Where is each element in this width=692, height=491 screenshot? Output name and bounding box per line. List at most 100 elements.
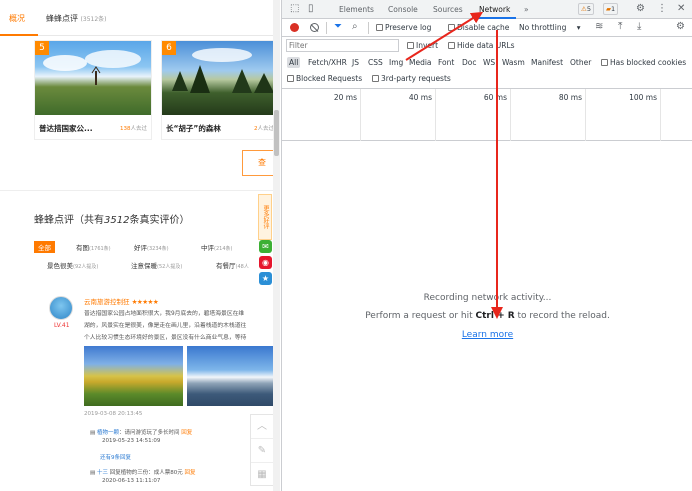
filter-all[interactable]: 全部 xyxy=(34,241,55,253)
search-icon[interactable]: ⌕ xyxy=(352,21,358,32)
type-filter-all[interactable]: All xyxy=(287,57,301,68)
tab-network[interactable]: Network xyxy=(479,5,510,14)
type-filter-manifest[interactable]: Manifest xyxy=(531,58,563,67)
devtools-tabbar: ⬚ ▯ Elements Console Sources Network » ⚠… xyxy=(282,0,692,19)
wechat-share-icon[interactable]: ✉ xyxy=(259,240,272,253)
user-avatar[interactable] xyxy=(49,296,73,320)
reviews-heading-prefix: 蜂蜂点评（共有 xyxy=(34,215,104,226)
filter-input[interactable]: Filter xyxy=(286,39,399,52)
record-icon[interactable] xyxy=(290,23,299,32)
type-filter-doc[interactable]: Doc xyxy=(462,58,477,67)
review-photo-mountain[interactable] xyxy=(187,346,273,406)
learn-more-link[interactable]: Learn more xyxy=(282,330,692,340)
card-visited-count: 138人去过 xyxy=(120,124,147,132)
recording-message: Recording network activity... xyxy=(423,293,552,303)
kebab-menu-icon[interactable]: ⋮ xyxy=(657,3,667,15)
invert-label: Invert xyxy=(416,41,439,50)
type-filter-js[interactable]: JS xyxy=(352,58,359,67)
clear-icon-slash xyxy=(310,24,319,32)
type-filter-media[interactable]: Media xyxy=(409,58,432,67)
checkbox-box xyxy=(407,42,414,49)
third-party-checkbox[interactable]: 3rd-party requests xyxy=(372,74,451,83)
reviews-heading-suffix: 条真实评价） xyxy=(129,215,190,226)
review-photo-meadow[interactable] xyxy=(84,346,183,406)
attraction-card[interactable]: 6 长“胡子”的森林 2人去过 xyxy=(161,40,279,140)
filter-scenery[interactable]: 景色很美(92人提及) xyxy=(47,260,98,270)
network-toolbar: ⏷ ⌕ Preserve log Disable cache No thrott… xyxy=(282,19,692,37)
hide-data-urls-checkbox[interactable]: Hide data URLs xyxy=(448,41,515,50)
tab-elements[interactable]: Elements xyxy=(339,5,374,14)
type-filter-font[interactable]: Font xyxy=(438,58,454,67)
review-username[interactable]: 云南旅游控制狂 ★★★★★ xyxy=(84,296,159,306)
weibo-share-icon[interactable]: ◉ xyxy=(259,256,272,269)
tab-sources[interactable]: Sources xyxy=(433,5,463,14)
checkbox-box xyxy=(376,24,383,31)
filter-count: (214条) xyxy=(214,246,233,252)
type-filter-other[interactable]: Other xyxy=(570,58,591,67)
page-scrollbar-track[interactable] xyxy=(273,0,280,491)
type-filter-wasm[interactable]: Wasm xyxy=(502,58,525,67)
device-toolbar-icon[interactable]: ▯ xyxy=(308,3,314,15)
filter-neutral[interactable]: 中评(214条) xyxy=(201,242,232,252)
warnings-badge[interactable]: ⚠5 xyxy=(578,3,594,15)
timeline-tick-label: 40 ms xyxy=(408,93,432,102)
more-replies-link[interactable]: 还有9条回复 xyxy=(90,453,131,461)
preserve-log-checkbox[interactable]: Preserve log xyxy=(376,23,431,32)
network-settings-icon[interactable]: ⚙ xyxy=(676,21,685,32)
timeline-gridline xyxy=(660,89,661,141)
clear-icon[interactable] xyxy=(310,23,319,32)
type-filter-fetch-xhr[interactable]: Fetch/XHR xyxy=(308,58,347,67)
filter-restaurant[interactable]: 有餐厅(48人 xyxy=(216,260,249,270)
settings-gear-icon[interactable]: ⚙ xyxy=(636,3,645,15)
tab-console[interactable]: Console xyxy=(388,5,418,14)
page-scrollbar-thumb[interactable] xyxy=(274,110,279,156)
toolbar-separator xyxy=(326,22,327,34)
side-float-panel[interactable]: 更多好评 xyxy=(258,194,272,240)
filter-count: (52人提及) xyxy=(157,264,183,270)
chevron-down-icon: ▾ xyxy=(576,23,581,32)
reply-user[interactable]: 植物一颗 xyxy=(97,430,119,436)
qzone-share-icon[interactable]: ★ xyxy=(259,272,272,285)
edit-icon[interactable]: ✎ xyxy=(251,439,273,463)
filter-positive[interactable]: 好评(3234条) xyxy=(134,242,169,252)
export-har-icon[interactable]: ⤓ xyxy=(637,21,641,32)
inspect-element-icon[interactable]: ⬚ xyxy=(290,3,299,15)
filter-keep-warm[interactable]: 注意保暖(52人提及) xyxy=(131,260,182,270)
tab-reviews[interactable]: 蜂蜂点评 (3512条) xyxy=(46,13,107,24)
network-timeline-overview[interactable]: 20 ms 40 ms 60 ms 80 ms 100 ms xyxy=(282,89,692,141)
qr-code-icon[interactable]: ▦ xyxy=(251,463,273,487)
more-tabs-button[interactable]: » xyxy=(524,5,529,14)
timeline-tick-label: 80 ms xyxy=(558,93,582,102)
reply-text: 回复植物的三份：成人票80元 xyxy=(109,470,183,476)
type-filter-ws[interactable]: WS xyxy=(483,58,495,67)
filter-label: 有餐厅 xyxy=(216,262,236,270)
throttling-select[interactable]: No throttling ▾ xyxy=(519,23,581,32)
reply-button[interactable]: 回复 xyxy=(181,430,192,436)
card-rank-badge: 5 xyxy=(35,41,49,55)
reply-button[interactable]: 回复 xyxy=(184,470,195,476)
network-conditions-icon[interactable]: ≋ xyxy=(595,21,603,32)
reply-user[interactable]: 十三 xyxy=(97,470,108,476)
card-title[interactable]: 普达措国家公... xyxy=(39,123,93,134)
reply-time: 2020-06-13 11:11:07 xyxy=(102,478,161,484)
reply-text: ：请问游览玩了多长时间 xyxy=(118,430,180,436)
card-title[interactable]: 长“胡子”的森林 xyxy=(166,123,221,134)
filter-with-photos[interactable]: 有图(1761条) xyxy=(76,242,111,252)
timeline-gridline xyxy=(435,89,436,141)
blocked-requests-checkbox[interactable]: Blocked Requests xyxy=(287,74,362,83)
disable-cache-checkbox[interactable]: Disable cache xyxy=(448,23,509,32)
network-empty-state: Recording network activity... Perform a … xyxy=(282,141,692,486)
has-blocked-cookies-checkbox[interactable]: Has blocked cookies xyxy=(601,58,686,67)
type-filter-css[interactable]: CSS xyxy=(368,58,383,67)
tab-overview[interactable]: 概况 xyxy=(9,13,25,24)
close-devtools-icon[interactable]: ✕ xyxy=(677,3,685,15)
type-filter-img[interactable]: Img xyxy=(389,58,403,67)
filter-count: (92人提及) xyxy=(73,264,99,270)
filter-funnel-icon[interactable]: ⏷ xyxy=(334,21,342,32)
import-har-icon[interactable]: ⤒ xyxy=(618,21,622,32)
timeline-tick-label: 100 ms xyxy=(629,93,657,102)
attraction-card[interactable]: 5 普达措国家公... 138人去过 xyxy=(34,40,152,140)
back-to-top-icon[interactable]: ︿ xyxy=(251,415,273,439)
issues-badge[interactable]: ▰1 xyxy=(603,3,619,15)
invert-checkbox[interactable]: Invert xyxy=(407,41,438,50)
